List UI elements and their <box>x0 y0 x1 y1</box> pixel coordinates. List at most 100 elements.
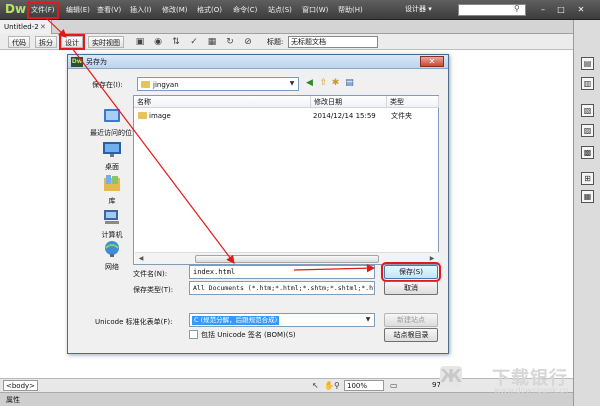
document-toolbar: 代码 拆分 设计 实时视图 ▣ ◉ ⇅ ✓ ▦ ↻ ⊘ 标题: 无标题文档 <box>0 34 573 50</box>
close-icon[interactable]: ✕ <box>420 56 444 67</box>
place-desktop[interactable]: 桌面 <box>90 140 134 172</box>
filetype-label: 保存类型(T): <box>133 286 174 294</box>
tag-selector-body[interactable]: <body> <box>3 380 39 391</box>
zoom-select[interactable]: 100% <box>344 380 384 391</box>
new-folder-icon[interactable]: ✱ <box>330 78 341 89</box>
site-root-button[interactable]: 站点根目录 <box>384 328 438 342</box>
unicode-form-select[interactable]: C (规范分解，后跟规范合成) ▼ <box>189 313 375 327</box>
select-tool-icon[interactable]: ↖ <box>312 380 322 391</box>
menu-file[interactable]: 文件(F) <box>27 2 59 19</box>
place-label-desktop: 桌面 <box>105 163 119 171</box>
menu-site[interactable]: 站点(S) <box>266 4 294 17</box>
hand-tool-icon[interactable]: ✋ <box>324 380 334 391</box>
close-icon[interactable]: ✕ <box>574 4 588 15</box>
up-folder-icon[interactable]: ⇧ <box>318 78 329 89</box>
split-view-button[interactable]: 拆分 <box>35 36 57 48</box>
column-type[interactable]: 类型 <box>387 96 439 108</box>
files-panel-icon[interactable]: ▩ <box>581 146 594 159</box>
menu-format[interactable]: 格式(O) <box>195 4 224 17</box>
place-computer[interactable]: 计算机 <box>90 208 134 240</box>
watermark-url: www.downbank.cn <box>494 386 569 395</box>
check-browser-icon[interactable]: ✓ <box>188 36 200 48</box>
file-list[interactable]: 名称 修改日期 类型 image 2014/12/14 15:59 文件夹 ◀ … <box>133 95 439 265</box>
chevron-down-icon[interactable]: ▼ <box>363 315 373 325</box>
visual-aids-icon[interactable]: ▦ <box>206 36 218 48</box>
zoom-tool-icon[interactable]: ⚲ <box>334 380 344 391</box>
bom-label: 包括 Unicode 签名 (BOM)(S) <box>201 331 296 339</box>
list-item[interactable]: image 2014/12/14 15:59 文件夹 <box>135 110 439 122</box>
file-management-icon[interactable]: ⇅ <box>170 36 182 48</box>
menu-commands[interactable]: 命令(C) <box>231 4 259 17</box>
filetype-value: All Documents (*.htm;*.html;*.shtm;*.sht… <box>193 284 375 292</box>
horizontal-scrollbar[interactable]: ◀ ▶ <box>135 252 439 264</box>
css-panel-icon[interactable]: ▥ <box>581 77 594 90</box>
place-recent[interactable]: 最近访问的位置 <box>90 106 139 138</box>
scroll-left-icon[interactable]: ◀ <box>136 254 146 264</box>
unicode-form-value: C (规范分解，后跟规范合成) <box>192 316 280 325</box>
insert-panel-icon[interactable]: ▤ <box>581 57 594 70</box>
document-tab-bar: Untitled-2 ✕ <box>0 20 573 34</box>
title-input[interactable]: 无标题文档 <box>288 36 378 48</box>
folder-icon <box>138 112 147 119</box>
network-icon <box>105 241 119 257</box>
place-network[interactable]: 网络 <box>90 240 134 272</box>
unicode-form-label: Unicode 标准化表单(F): <box>95 318 173 326</box>
minimize-icon[interactable]: – <box>536 4 550 15</box>
place-library[interactable]: 库 <box>90 174 134 206</box>
save-in-label: 保存在(I): <box>92 81 123 89</box>
live-view-button[interactable]: 实时视图 <box>88 36 124 48</box>
maximize-icon[interactable]: □ <box>554 4 568 15</box>
file-name: image <box>149 112 171 120</box>
scroll-right-icon[interactable]: ▶ <box>427 254 437 264</box>
dw-app-icon: Dw <box>71 57 83 67</box>
places-bar: 最近访问的位置 桌面 库 计算机 网络 <box>90 96 139 271</box>
preview-icon[interactable]: ◉ <box>152 36 164 48</box>
scrollbar-thumb[interactable] <box>195 255 379 263</box>
dw-logo: Dw <box>5 2 27 16</box>
file-type: 文件夹 <box>391 112 412 120</box>
save-in-select[interactable]: jingyan ▼ <box>137 77 299 91</box>
filename-input[interactable]: index.html <box>189 265 375 279</box>
place-label-library: 库 <box>108 197 116 205</box>
views-icon[interactable]: ▤ <box>344 78 355 89</box>
assets-panel-icon[interactable]: ⊞ <box>581 172 594 185</box>
column-date[interactable]: 修改日期 <box>311 96 387 108</box>
chevron-down-icon[interactable]: ▼ <box>287 79 297 89</box>
panel-dock: ▤ ▥ ▧ ▨ ▩ ⊞ ▦ <box>573 20 600 406</box>
menu-window[interactable]: 窗口(W) <box>300 4 330 17</box>
folder-icon <box>141 81 150 88</box>
filename-label: 文件名(N): <box>133 270 168 278</box>
code-view-button[interactable]: 代码 <box>8 36 30 48</box>
options-icon[interactable]: ⊘ <box>242 36 254 48</box>
refresh-icon[interactable]: ↻ <box>224 36 236 48</box>
search-icon[interactable]: ⚲ <box>514 4 524 14</box>
menu-modify[interactable]: 修改(M) <box>160 4 190 17</box>
menu-bar: Dw 文件(F) 编辑(E) 查看(V) 插入(I) 修改(M) 格式(O) 命… <box>0 0 600 20</box>
menu-view[interactable]: 查看(V) <box>95 4 123 17</box>
library-icon <box>104 175 120 191</box>
ap-elements-icon[interactable]: ▧ <box>581 104 594 117</box>
workspace-switcher[interactable]: 设计器 ▾ <box>405 3 432 16</box>
snippets-panel-icon[interactable]: ▦ <box>581 190 594 203</box>
place-label-computer: 计算机 <box>101 231 123 239</box>
tab-label: Untitled-2 <box>4 23 39 31</box>
cancel-button[interactable]: 取消 <box>384 281 438 295</box>
watermark-logo: Ж <box>440 366 463 388</box>
menu-edit[interactable]: 编辑(E) <box>64 4 92 17</box>
tag-inspector-icon[interactable]: ▨ <box>581 124 594 137</box>
close-icon[interactable]: ✕ <box>40 20 46 34</box>
menu-help[interactable]: 帮助(H) <box>336 4 365 17</box>
title-label: 标题: <box>267 38 284 46</box>
window-size-icon[interactable]: ▭ <box>390 380 400 391</box>
save-as-dialog: Dw 另存为 ✕ 保存在(I): jingyan ▼ ◀ ⇧ ✱ ▤ 最近访问的… <box>67 54 449 354</box>
menu-insert[interactable]: 插入(I) <box>128 4 154 17</box>
filetype-select[interactable]: All Documents (*.htm;*.html;*.shtm;*.sht… <box>189 281 375 295</box>
save-button[interactable]: 保存(S) <box>381 262 441 282</box>
design-view-button[interactable]: 设计 <box>59 34 85 50</box>
new-site-button: 新建站点 <box>384 313 438 327</box>
back-icon[interactable]: ◀ <box>304 78 315 89</box>
column-name[interactable]: 名称 <box>134 96 311 108</box>
bom-checkbox[interactable] <box>189 330 198 339</box>
tab-untitled-2[interactable]: Untitled-2 ✕ <box>0 20 52 34</box>
multiscreen-icon[interactable]: ▣ <box>134 36 146 48</box>
